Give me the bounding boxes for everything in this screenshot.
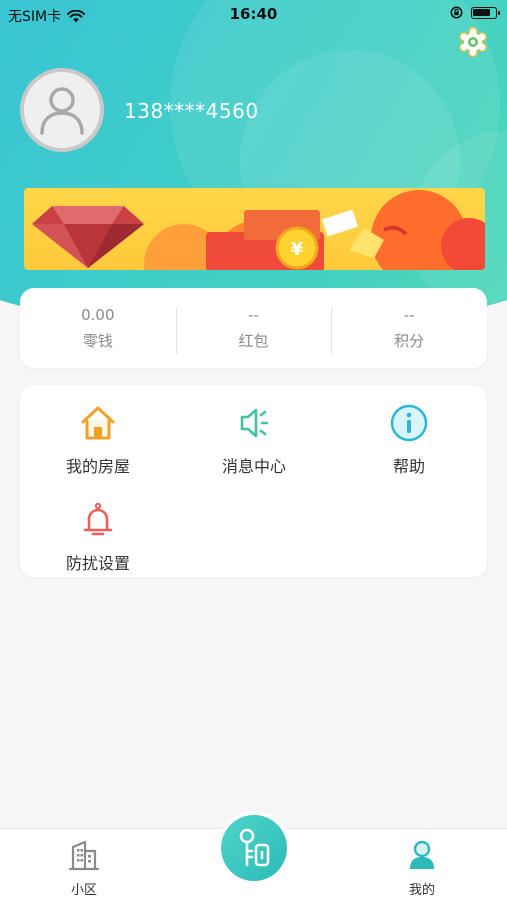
stat-value: 0.00 <box>81 305 115 324</box>
tab-label: 我的 <box>408 883 435 898</box>
house-icon <box>81 406 115 440</box>
menu-item-help[interactable]: 帮助 <box>331 403 487 477</box>
wallet-stats-card: 0.00 零钱 -- 红包 -- 积分 <box>20 288 487 368</box>
svg-text:¥: ¥ <box>291 239 304 260</box>
building-icon <box>68 840 100 871</box>
stat-label: 积分 <box>394 331 425 350</box>
stat-value: -- <box>248 305 259 324</box>
stat-label: 零钱 <box>82 331 113 350</box>
stat-points[interactable]: -- 积分 <box>331 288 487 368</box>
tab-label: 小区 <box>70 883 97 898</box>
status-right <box>450 6 500 19</box>
phone-number: 138****4560 <box>124 99 259 123</box>
user-placeholder-icon <box>40 87 84 135</box>
unlock-key-circle <box>221 815 287 881</box>
key-icon <box>239 828 270 867</box>
menu-item-label: 帮助 <box>392 457 425 476</box>
menu-item-label: 我的房屋 <box>65 457 130 476</box>
settings-gear-icon[interactable] <box>457 26 489 58</box>
menu-item-my-house[interactable]: 我的房屋 <box>20 403 176 477</box>
menu-item-label: 防扰设置 <box>65 554 130 573</box>
profile-page: 无SIM卡 16:40 138****4560 ¥ 0.00 零钱 -- 红包 … <box>0 0 507 900</box>
stat-value: -- <box>403 305 415 324</box>
user-icon <box>410 840 434 869</box>
stat-label: 红包 <box>238 331 269 350</box>
bell-icon <box>83 502 113 536</box>
menu-item-label: 消息中心 <box>221 457 286 476</box>
menu-item-message-center[interactable]: 消息中心 <box>176 403 332 477</box>
avatar[interactable] <box>20 68 104 152</box>
stat-red-packet[interactable]: -- 红包 <box>175 288 332 368</box>
stat-change[interactable]: 0.00 零钱 <box>20 288 176 368</box>
promo-banner[interactable]: ¥ <box>24 188 485 270</box>
info-icon <box>390 404 428 442</box>
status-time: 16:40 <box>229 5 278 23</box>
status-bar: 无SIM卡 16:40 <box>0 0 507 30</box>
feature-menu-card: 我的房屋 消息中心 帮助 防扰设置 <box>20 385 487 577</box>
orientation-lock-icon <box>450 6 463 19</box>
tab-community[interactable]: 小区 <box>44 839 124 898</box>
speaker-icon <box>240 408 269 438</box>
header-background <box>0 0 507 330</box>
menu-item-do-not-disturb[interactable]: 防扰设置 <box>20 500 176 574</box>
battery-icon <box>471 6 500 19</box>
banner-illustration: ¥ <box>32 190 485 270</box>
unlock-key-button[interactable] <box>217 811 291 885</box>
tab-mine[interactable]: 我的 <box>382 839 462 898</box>
